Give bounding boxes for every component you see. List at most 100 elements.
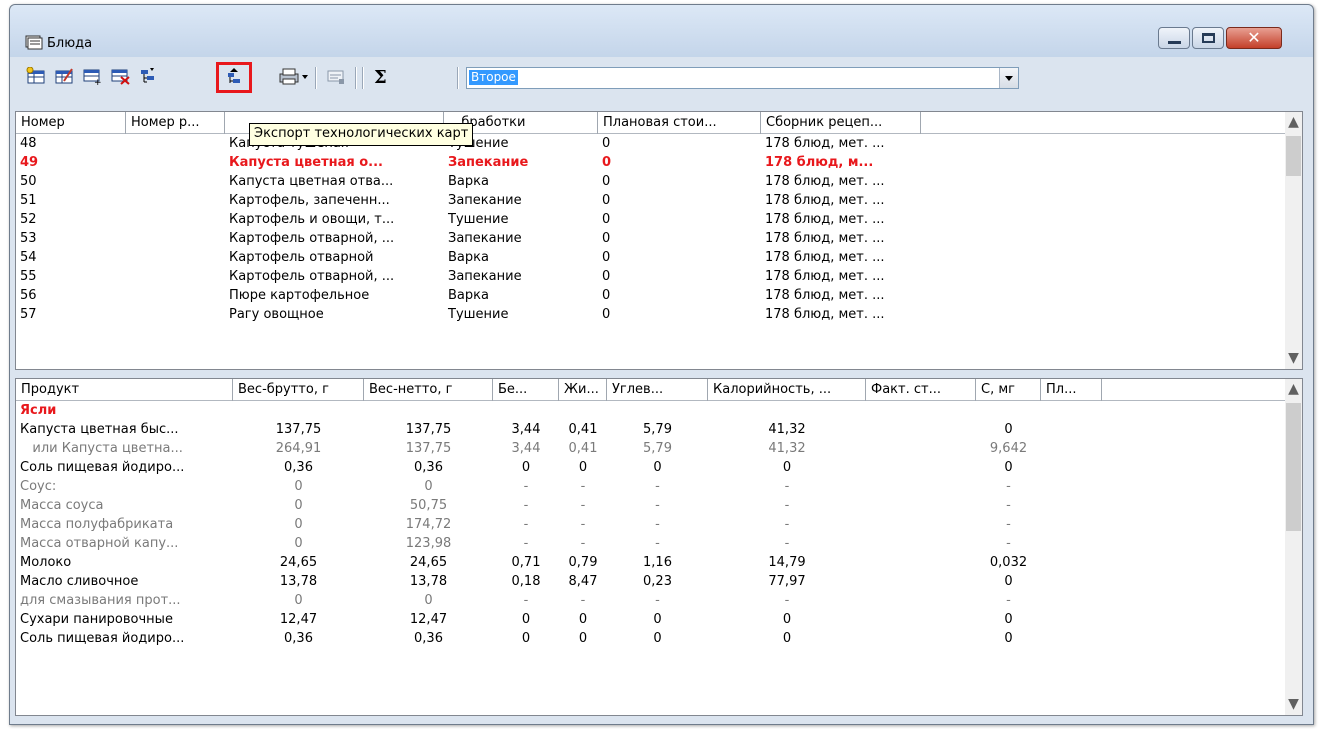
- cell-proteins: 0: [521, 460, 531, 475]
- table-row[interactable]: 52 Картофель и овощи, т... Тушение 0 178 блю…: [16, 210, 1285, 229]
- scroll-thumb[interactable]: [1286, 403, 1301, 531]
- table-row[interactable]: 56 Пюре картофельное Варка 0 178 блюд, мет. …: [16, 286, 1285, 305]
- cell-number: 52: [20, 212, 37, 227]
- table-row[interactable]: 48Капуста тушенаяТушение0178 блюд, мет. …: [16, 134, 1285, 153]
- cell-recipe-book: 178 блюд, мет. ...: [765, 212, 885, 227]
- cell-fats: -: [580, 593, 586, 608]
- edit-dish-button[interactable]: [52, 65, 76, 87]
- table-row[interactable]: Соль пищевая йодиро... 0,36 0,36 0 0 0 0 0: [16, 458, 1285, 477]
- cell-recipe-number: [126, 172, 225, 191]
- cell-weight-gross: 0: [294, 517, 303, 532]
- table-row[interactable]: Масло сливочное 13,78 13,78 0,18 8,47 0,23 77,…: [16, 572, 1285, 591]
- preview-icon: [327, 70, 344, 84]
- table-row[interactable]: Молоко 24,65 24,65 0,71 0,79 1,16 14,79 0,032: [16, 553, 1285, 572]
- scroll-up-icon[interactable]: ▲: [1287, 381, 1300, 398]
- minimize-button[interactable]: [1158, 27, 1190, 49]
- column-carbs[interactable]: Углев...: [607, 379, 708, 401]
- cell-planned-cost: 0: [602, 288, 611, 303]
- table-row[interactable]: Масса полуфабриката 0 174,72 - - - - -: [16, 515, 1285, 534]
- toolbar-separator: [315, 67, 317, 89]
- table-row[interactable]: 50 Капуста цветная отва... Варка 0 178 блюд,…: [16, 172, 1285, 191]
- cell-number: 57: [20, 307, 37, 322]
- table-row[interactable]: 54 Картофель отварной Варка 0 178 блюд, мет.…: [16, 248, 1285, 267]
- column-actual-cost[interactable]: Факт. ст...: [866, 379, 976, 401]
- cell-planned-cost: 0: [602, 212, 611, 227]
- cell-product: для смазывания прот...: [20, 593, 181, 608]
- column-recipe-book[interactable]: Сборник рецеп...: [761, 112, 921, 134]
- cell-vitamin-c: [976, 401, 1041, 420]
- column-weight-net[interactable]: Вес-нетто, г: [364, 379, 493, 401]
- cell-processing: Запекание: [448, 193, 522, 208]
- sum-button[interactable]: Σ: [370, 65, 394, 87]
- svg-text:+: +: [94, 78, 102, 85]
- cell-actual-cost: [866, 439, 976, 458]
- column-proteins[interactable]: Бе...: [493, 379, 559, 401]
- title-bar[interactable]: Блюда ✕: [10, 5, 1313, 57]
- category-filter-select[interactable]: Второе: [466, 67, 1019, 89]
- cell-calories: 41,32: [768, 422, 806, 437]
- cell-proteins: [493, 401, 559, 420]
- column-fats[interactable]: Жи...: [559, 379, 607, 401]
- cell-product: Масло сливочное: [20, 574, 139, 589]
- cell-actual-cost: [866, 420, 976, 439]
- import-button[interactable]: [136, 65, 160, 87]
- table-row[interactable]: для смазывания прот... 0 0 - - - - -: [16, 591, 1285, 610]
- table-row[interactable]: Капуста цветная быс... 137,75 137,75 3,44 0,…: [16, 420, 1285, 439]
- table-row[interactable]: Ясли: [16, 401, 1285, 420]
- table-row[interactable]: Масса отварной капу... 0 123,98 - - - - -: [16, 534, 1285, 553]
- cell-carbs: -: [655, 536, 660, 551]
- cell-vitamin-c: 0: [1004, 631, 1013, 646]
- cell-carbs: -: [655, 517, 660, 532]
- scroll-up-icon[interactable]: ▲: [1287, 114, 1300, 131]
- column-product[interactable]: Продукт: [16, 379, 233, 401]
- cell-vitamin-c: -: [1006, 479, 1011, 494]
- dishes-grid-scrollbar[interactable]: ▲ ▼: [1285, 112, 1302, 369]
- table-row[interactable]: Соль пищевая йодиро... 0,36 0,36 0 0 0 0 0: [16, 629, 1285, 648]
- table-row[interactable]: 51 Картофель, запеченн... Запекание 0 178 бл…: [16, 191, 1285, 210]
- table-row[interactable]: Соус: 0 0 - - - - -: [16, 477, 1285, 496]
- table-row[interactable]: 57 Рагу овощное Тушение 0 178 блюд, мет. ...: [16, 305, 1285, 324]
- column-planned-cost[interactable]: Плановая стои...: [598, 112, 761, 134]
- cell-recipe-number: [126, 134, 225, 153]
- cell-vitamin-c: -: [1006, 517, 1011, 532]
- dish-app-icon: [25, 35, 43, 50]
- scroll-down-icon[interactable]: ▼: [1287, 350, 1300, 367]
- cell-weight-gross: 12,47: [279, 612, 318, 627]
- table-row[interactable]: или Капуста цветна... 264,91 137,75 3,44 0,4…: [16, 439, 1285, 458]
- print-button[interactable]: [276, 65, 310, 87]
- table-row[interactable]: Масса соуса 0 50,75 - - - - -: [16, 496, 1285, 515]
- cell-name: Капуста цветная отва...: [229, 174, 394, 189]
- table-row[interactable]: Сухари панировочные 12,47 12,47 0 0 0 0 0: [16, 610, 1285, 629]
- cell-calories: -: [784, 536, 790, 551]
- scroll-down-icon[interactable]: ▼: [1287, 696, 1300, 713]
- table-row[interactable]: 53 Картофель отварной, ... Запекание 0 178 б…: [16, 229, 1285, 248]
- table-row[interactable]: 49 Капуста цветная о... Запекание 0 178 блюд…: [16, 153, 1285, 172]
- cell-number: 51: [20, 193, 37, 208]
- cell-proteins: 3,44: [511, 441, 541, 456]
- column-weight-gross[interactable]: Вес-брутто, г: [233, 379, 364, 401]
- column-vitamin-c[interactable]: С, мг: [976, 379, 1041, 401]
- column-pl[interactable]: Пл...: [1041, 379, 1102, 401]
- cell-recipe-number: [126, 153, 225, 172]
- scroll-thumb[interactable]: [1286, 136, 1301, 176]
- toolbar-separator: [362, 67, 364, 89]
- preview-button[interactable]: [324, 65, 348, 87]
- category-filter-dropdown-button[interactable]: [999, 68, 1018, 88]
- column-calories[interactable]: Калорийность, ...: [708, 379, 866, 401]
- export-highlight-frame: [216, 62, 252, 93]
- table-row[interactable]: 55 Картофель отварной, ... Запекание 0 178 б…: [16, 267, 1285, 286]
- products-grid-scrollbar[interactable]: ▲ ▼: [1285, 379, 1302, 715]
- maximize-icon: [1202, 33, 1215, 43]
- cell-calories: 0: [782, 631, 792, 646]
- cell-number: 53: [20, 231, 37, 246]
- cell-weight-net: 137,75: [405, 441, 452, 456]
- add-dish-button[interactable]: [24, 65, 48, 87]
- column-recipe-number[interactable]: Номер р...: [126, 112, 225, 134]
- category-filter-value: Второе: [469, 70, 518, 85]
- column-number[interactable]: Номер: [16, 112, 126, 134]
- maximize-button[interactable]: [1192, 27, 1224, 49]
- close-button[interactable]: ✕: [1226, 27, 1282, 49]
- add-row-button[interactable]: +: [80, 65, 104, 87]
- cell-weight-net: 123,98: [405, 536, 452, 551]
- delete-dish-button[interactable]: [108, 65, 132, 87]
